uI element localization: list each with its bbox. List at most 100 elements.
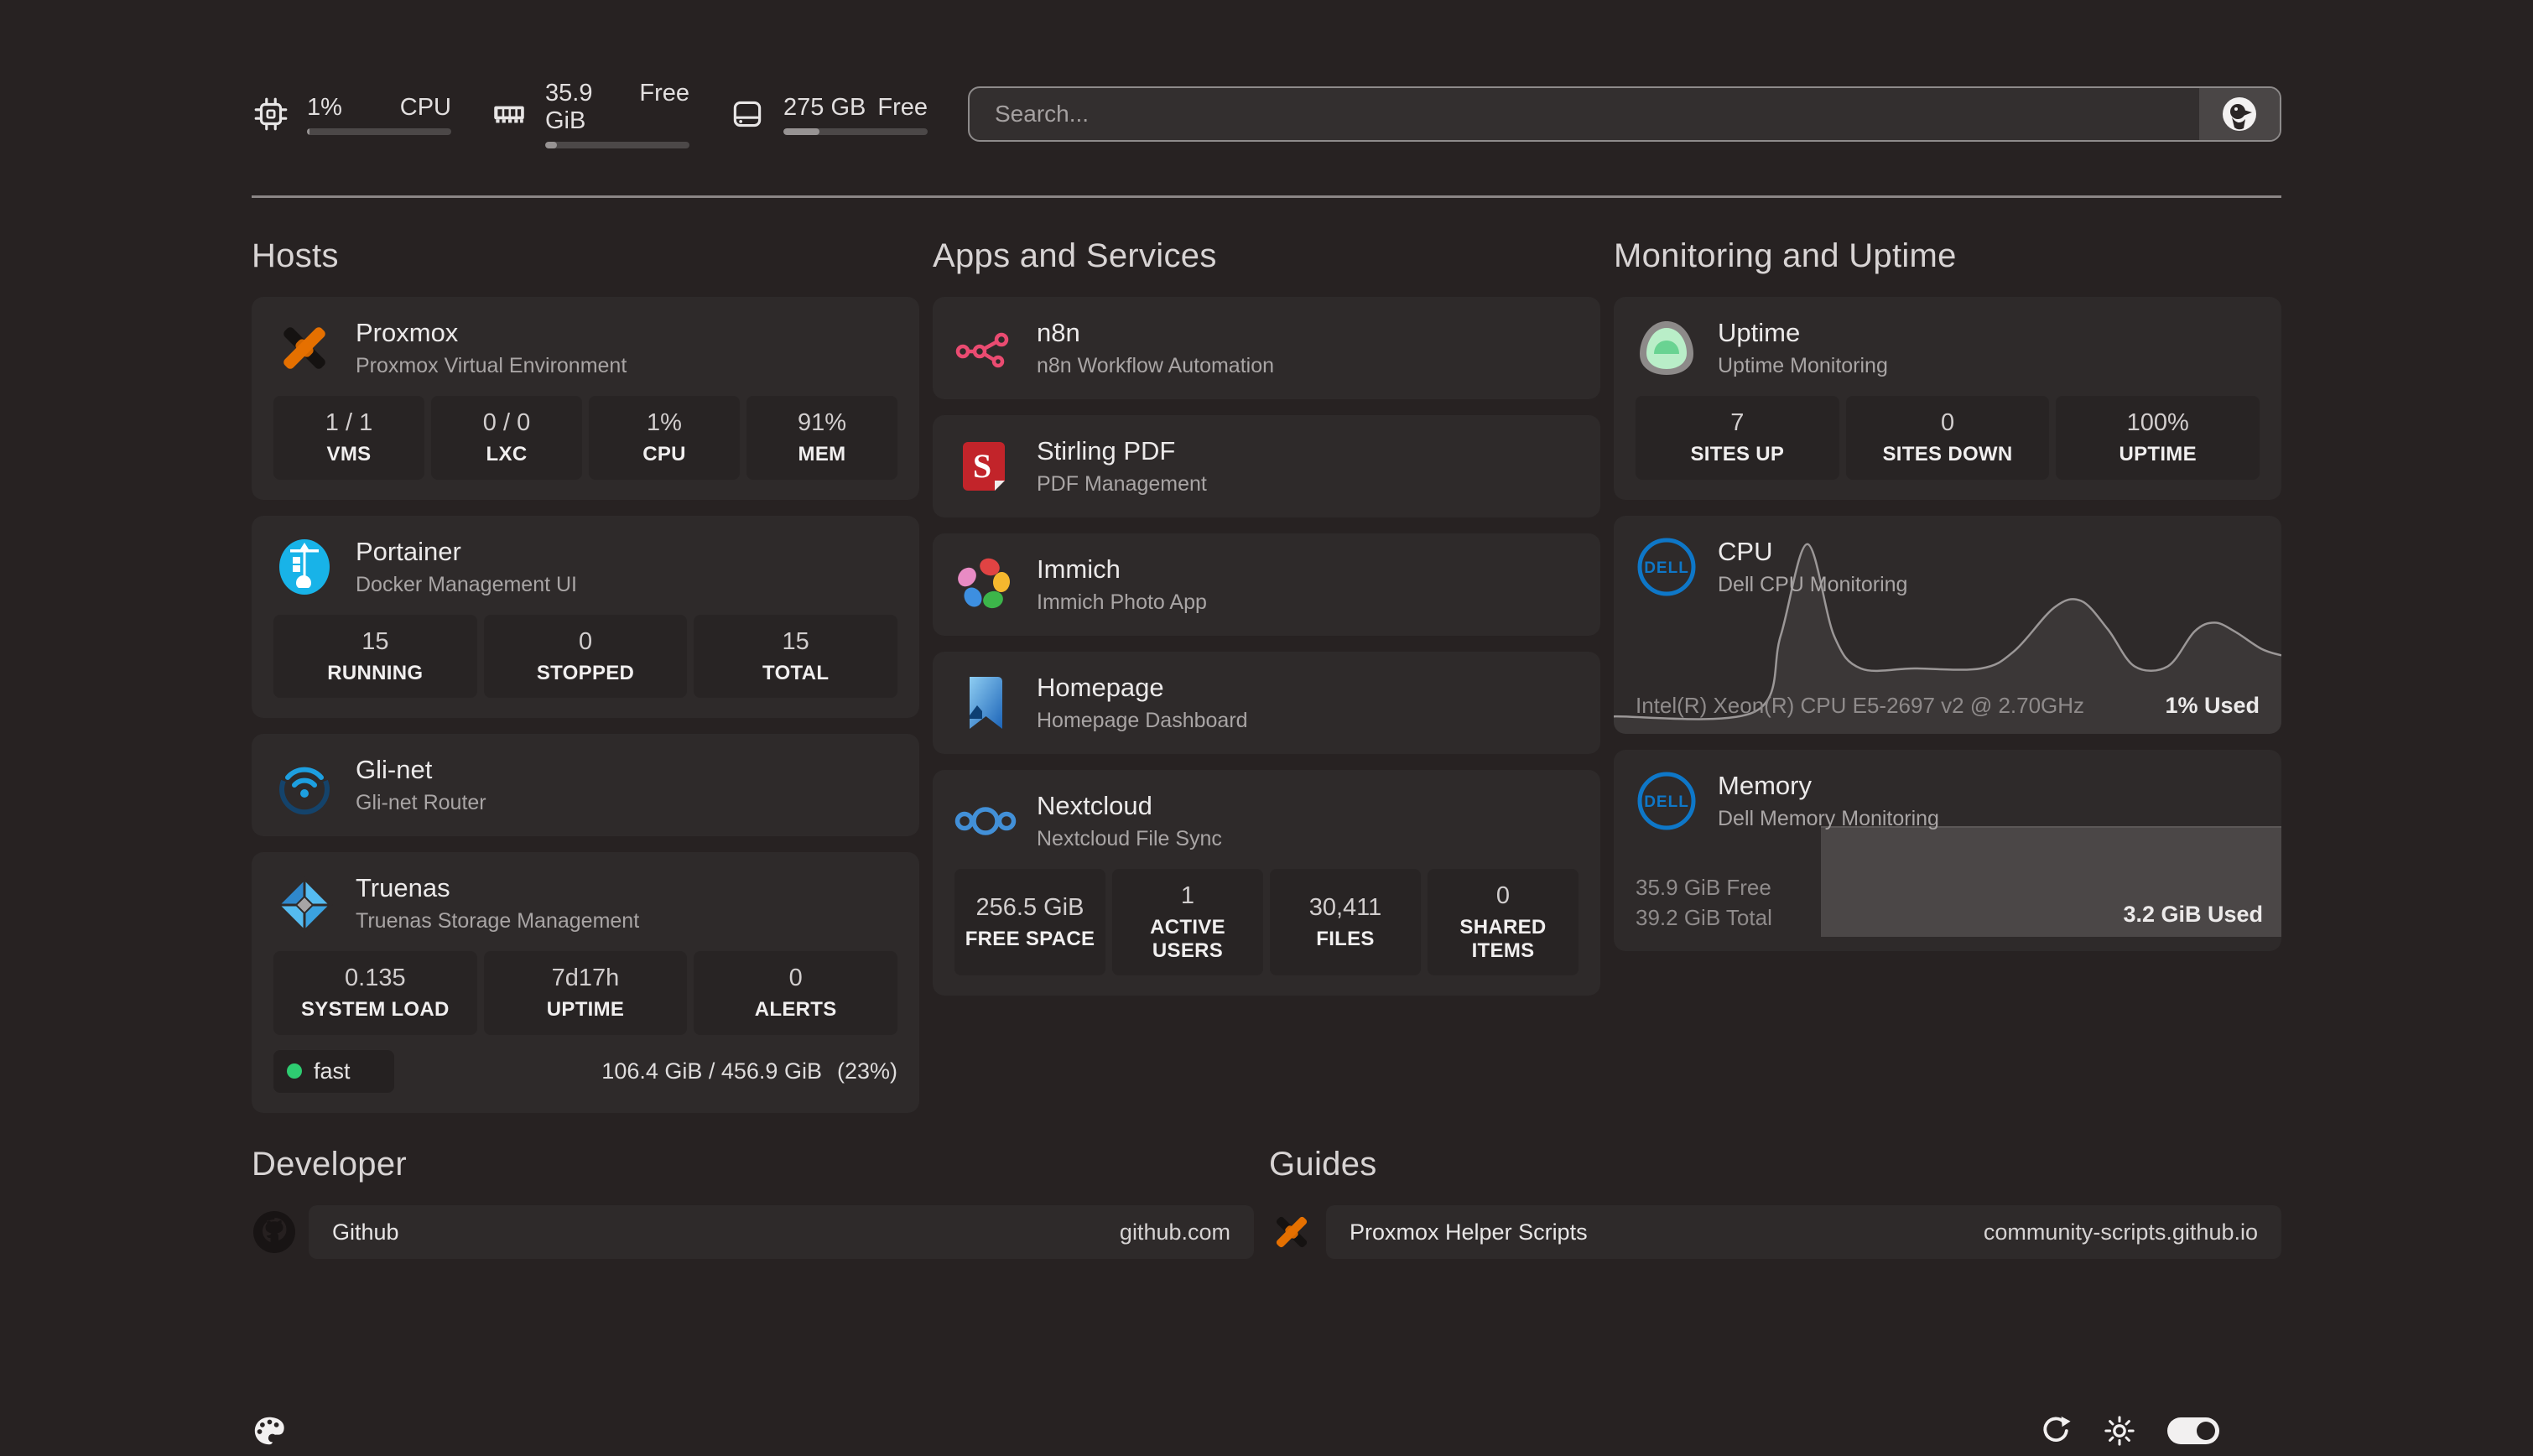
bookmark-pill: Proxmox Helper Scripts community-scripts… xyxy=(1326,1205,2281,1259)
bookmark-url: github.com xyxy=(1120,1219,1230,1245)
section-title-hosts: Hosts xyxy=(252,237,919,275)
proxmox-stats: 1 / 1 VMS 0 / 0 LXC 1% CPU 91% xyxy=(273,396,897,480)
refresh-button[interactable] xyxy=(2040,1415,2072,1447)
portainer-icon xyxy=(273,536,335,598)
light-mode-button[interactable] xyxy=(2104,1415,2135,1447)
service-card-n8n[interactable]: n8n n8n Workflow Automation xyxy=(933,297,1600,399)
disk-usage-bar xyxy=(783,128,928,135)
pool-pill: fast xyxy=(273,1050,394,1093)
bookmark-group-title: Developer xyxy=(252,1146,1254,1183)
bookmark-url: community-scripts.github.io xyxy=(1984,1219,2258,1245)
service-subtitle: Truenas Storage Management xyxy=(356,909,639,933)
disk-icon xyxy=(728,95,767,133)
service-card-immich[interactable]: Immich Immich Photo App xyxy=(933,533,1600,636)
section-monitoring: Monitoring and Uptime Uptime Uptime Moni… xyxy=(1614,237,2281,1113)
stirling-pdf-icon: S xyxy=(954,435,1017,497)
dashboard: 1% CPU xyxy=(252,0,2281,1456)
svg-text:DELL: DELL xyxy=(1644,559,1689,577)
service-subtitle: Nextcloud File Sync xyxy=(1037,827,1222,851)
memory-resource-widget: 35.9 GiB Free xyxy=(490,80,689,148)
cpu-usage-value: 1% xyxy=(307,94,342,122)
section-title-apps: Apps and Services xyxy=(933,237,1600,275)
service-title: Memory xyxy=(1718,771,1939,801)
palette-icon xyxy=(252,1413,287,1448)
nextcloud-stats: 256.5 GiB FREE SPACE 1 ACTIVE USERS 30,4… xyxy=(954,869,1579,975)
github-icon xyxy=(252,1209,297,1255)
service-subtitle: Proxmox Virtual Environment xyxy=(356,354,627,378)
portainer-stats: 15 RUNNING 0 STOPPED 15 TOTAL xyxy=(273,615,897,699)
stat-block: 91% MEM xyxy=(746,396,897,480)
stat-block: 0.135 SYSTEM LOAD xyxy=(273,951,477,1035)
topbar-divider xyxy=(252,195,2281,198)
service-title: Homepage xyxy=(1037,673,1248,703)
service-card-truenas[interactable]: Truenas Truenas Storage Management 0.135… xyxy=(252,852,919,1113)
theme-toggle[interactable] xyxy=(2167,1417,2219,1444)
search-bar xyxy=(968,86,2281,142)
service-card-uptime[interactable]: Uptime Uptime Monitoring 7 SITES UP 0 SI… xyxy=(1614,297,2281,500)
service-subtitle: Docker Management UI xyxy=(356,573,577,597)
cpu-resource-widget: 1% CPU xyxy=(252,94,451,135)
stat-block: 15 RUNNING xyxy=(273,615,477,699)
stat-block: 7d17h UPTIME xyxy=(484,951,688,1035)
bookmark-github[interactable]: Github github.com xyxy=(252,1205,1254,1259)
search-input[interactable] xyxy=(970,88,2199,140)
stat-block: 0 SHARED ITEMS xyxy=(1428,869,1579,975)
truenas-stats: 0.135 SYSTEM LOAD 7d17h UPTIME 0 ALERTS xyxy=(273,951,897,1035)
service-card-stirling-pdf[interactable]: S Stirling PDF PDF Management xyxy=(933,415,1600,517)
stat-block: 1 / 1 VMS xyxy=(273,396,424,480)
cpu-usage-label: CPU xyxy=(400,94,451,122)
service-card-proxmox[interactable]: Proxmox Proxmox Virtual Environment 1 / … xyxy=(252,297,919,500)
service-card-glinet[interactable]: Gli-net Gli-net Router xyxy=(252,734,919,836)
nextcloud-icon xyxy=(954,790,1017,852)
topbar: 1% CPU xyxy=(252,86,2281,143)
service-card-homepage[interactable]: Homepage Homepage Dashboard xyxy=(933,652,1600,754)
service-title: Immich xyxy=(1037,554,1207,585)
bookmark-group-title: Guides xyxy=(1269,1146,2281,1183)
memory-free-value: 35.9 GiB xyxy=(545,80,639,135)
section-title-monitoring: Monitoring and Uptime xyxy=(1614,237,2281,275)
disk-resource-widget: 275 GB Free xyxy=(728,94,928,135)
bookmark-group-guides: Guides Proxmox Helper Scripts community-… xyxy=(1269,1146,2281,1259)
service-title: n8n xyxy=(1037,318,1274,348)
service-card-nextcloud[interactable]: Nextcloud Nextcloud File Sync 256.5 GiB … xyxy=(933,770,1600,996)
section-apps: Apps and Services xyxy=(933,237,1600,1113)
svg-text:S: S xyxy=(973,447,991,485)
pool-usage-percent: (23%) xyxy=(837,1058,897,1084)
proxmox-icon xyxy=(273,317,335,379)
truenas-pool-row: fast 106.4 GiB / 456.9 GiB (23%) xyxy=(273,1050,897,1093)
pool-status-dot xyxy=(287,1063,302,1079)
stat-block: 1 ACTIVE USERS xyxy=(1112,869,1263,975)
service-card-dell-memory[interactable]: DELL Memory Dell Memory Monitoring 35.9 … xyxy=(1614,750,2281,951)
service-card-dell-cpu[interactable]: DELL CPU Dell CPU Monitoring Intel(R) Xe… xyxy=(1614,516,2281,734)
service-subtitle: Immich Photo App xyxy=(1037,590,1207,615)
service-subtitle: n8n Workflow Automation xyxy=(1037,354,1274,378)
homepage-icon xyxy=(954,672,1017,734)
memory-used-label: 3.2 GiB Used xyxy=(2123,902,2263,928)
service-title: Stirling PDF xyxy=(1037,436,1207,466)
service-card-portainer[interactable]: Portainer Docker Management UI 15 RUNNIN… xyxy=(252,516,919,719)
bookmark-pill: Github github.com xyxy=(309,1205,1254,1259)
service-title: Gli-net xyxy=(356,755,486,785)
glinet-wifi-icon xyxy=(273,754,335,816)
pool-name: fast xyxy=(314,1058,351,1084)
duckduckgo-icon xyxy=(2220,95,2259,133)
color-palette-button[interactable] xyxy=(252,1413,287,1448)
cpu-icon xyxy=(252,95,290,133)
dell-icon: DELL xyxy=(1636,770,1698,832)
service-title: Nextcloud xyxy=(1037,791,1222,821)
dark-mode-button[interactable] xyxy=(2251,1416,2281,1446)
service-title: Portainer xyxy=(356,537,577,567)
bookmark-group-developer: Developer Github github.com xyxy=(252,1146,1254,1259)
stat-block: 0 SITES DOWN xyxy=(1846,396,2050,480)
service-title: Proxmox xyxy=(356,318,627,348)
immich-icon xyxy=(954,554,1017,616)
search-engine-button[interactable] xyxy=(2199,88,2280,140)
section-hosts: Hosts Proxmox Proxmox Virtual Environmen… xyxy=(252,237,919,1113)
disk-free-value: 275 GB xyxy=(783,94,866,122)
bookmark-proxmox-helper-scripts[interactable]: Proxmox Helper Scripts community-scripts… xyxy=(1269,1205,2281,1259)
refresh-icon xyxy=(2040,1415,2072,1447)
service-subtitle: Dell Memory Monitoring xyxy=(1718,807,1939,831)
stat-block: 30,411 FILES xyxy=(1270,869,1421,975)
footer xyxy=(252,1412,2281,1449)
service-title: CPU xyxy=(1718,537,1907,567)
